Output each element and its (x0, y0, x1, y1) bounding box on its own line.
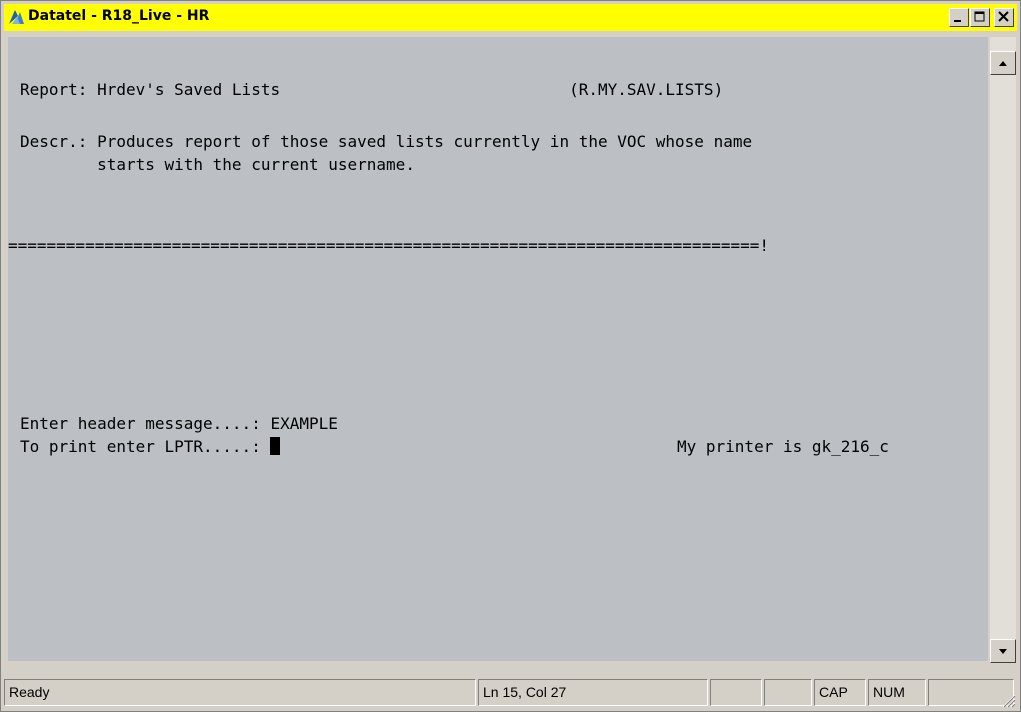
maximize-button[interactable] (970, 8, 990, 27)
terminal-screen[interactable]: Report: Hrdev's Saved Lists (R.MY.SAV.LI… (8, 37, 988, 661)
resize-grip-icon[interactable] (1000, 692, 1016, 708)
print-prompt: To print enter LPTR.....: (20, 437, 271, 456)
separator-line: ========================================… (8, 236, 769, 255)
terminal-window: Datatel - R18_Live - HR Report: Hrdev's … (0, 0, 1021, 712)
status-text: Ready (4, 679, 476, 706)
status-bar: Ready Ln 15, Col 27 CAP NUM (4, 675, 1018, 710)
printer-info: My printer is gk_216_c (677, 437, 889, 456)
caps-lock-indicator: CAP (814, 679, 866, 706)
print-row: To print enter LPTR.....: (20, 437, 281, 457)
minimize-button[interactable] (949, 8, 969, 27)
cursor-position: Ln 15, Col 27 (478, 679, 708, 706)
header-message-prompt: Enter header message....: (20, 414, 271, 433)
close-button[interactable] (994, 8, 1014, 27)
vertical-scrollbar[interactable] (990, 37, 1016, 661)
arrow-up-icon (999, 61, 1007, 66)
report-line: Report: Hrdev's Saved Lists (R.MY.SAV.LI… (20, 80, 724, 99)
scroll-down-button[interactable] (990, 639, 1016, 663)
header-message-value[interactable]: EXAMPLE (270, 414, 337, 433)
description-line-2: starts with the current username. (20, 155, 415, 174)
num-lock-indicator: NUM (868, 679, 926, 706)
status-panel-empty-2 (764, 679, 812, 706)
scroll-up-button[interactable] (990, 51, 1016, 75)
arrow-down-icon (999, 649, 1007, 654)
datatel-app-icon (6, 7, 26, 27)
maximize-icon (974, 11, 985, 22)
header-message-row: Enter header message....: EXAMPLE (20, 414, 338, 434)
description-line-1: Descr.: Produces report of those saved l… (20, 132, 753, 151)
text-cursor[interactable] (270, 437, 281, 455)
close-icon (998, 11, 1009, 22)
window-title: Datatel - R18_Live - HR (28, 8, 210, 24)
title-bar[interactable]: Datatel - R18_Live - HR (4, 4, 1017, 31)
status-panel-empty-1 (710, 679, 762, 706)
minimize-icon (954, 20, 961, 22)
